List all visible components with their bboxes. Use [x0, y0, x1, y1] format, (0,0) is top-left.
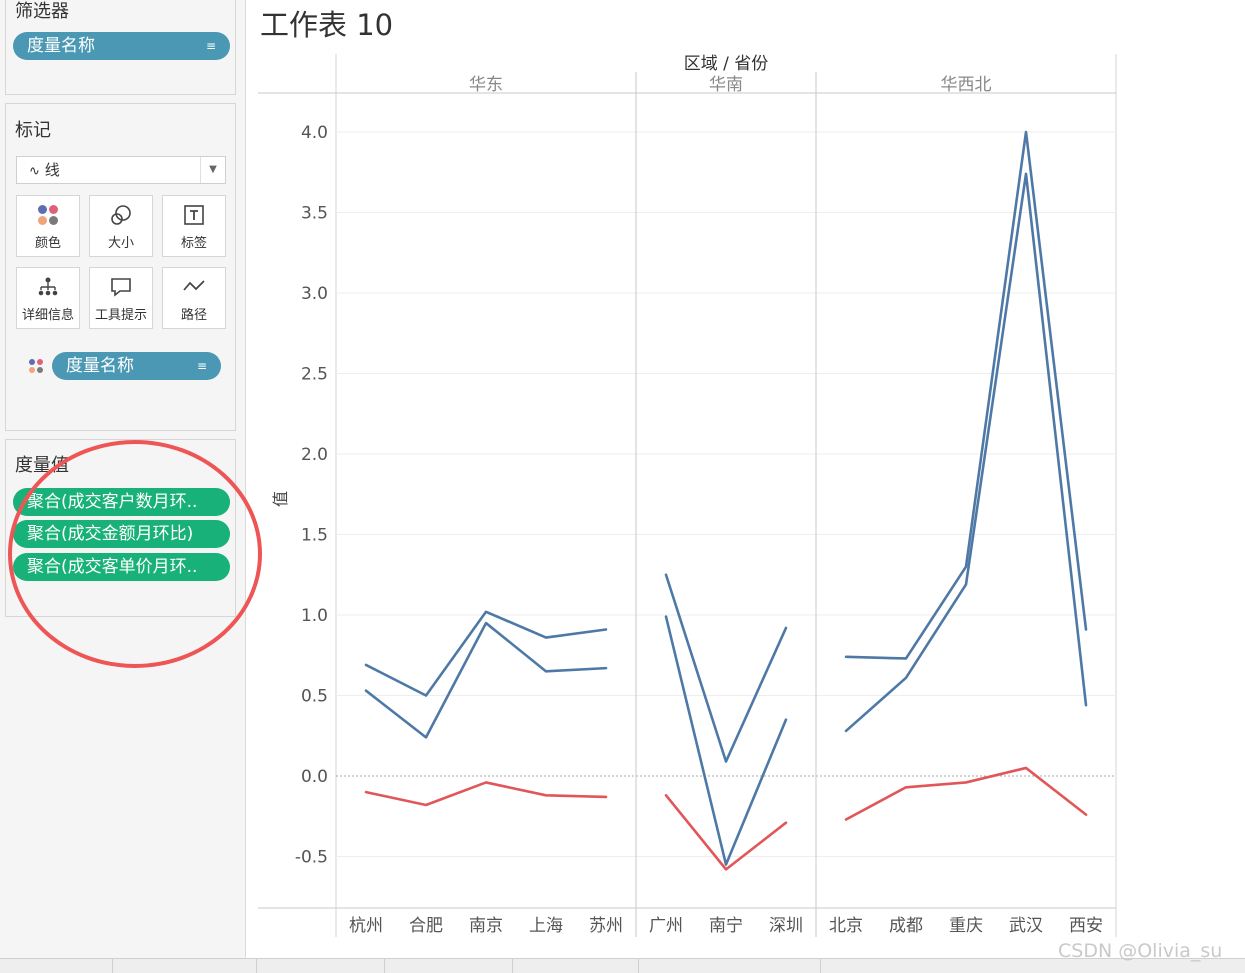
tooltip-bubble-icon	[111, 278, 131, 297]
region-header: 华西北	[941, 75, 992, 95]
x-tick-label: 深圳	[769, 916, 803, 936]
y-tick-label: 0.0	[301, 767, 328, 787]
color-pill-measure-names[interactable]: 度量名称 ≡	[52, 352, 221, 380]
y-tick-label: 3.0	[301, 284, 328, 304]
y-tick-label: 1.5	[301, 526, 328, 546]
tooltip-button-label: 工具提示	[94, 308, 147, 323]
x-tick-label: 南宁	[709, 916, 743, 936]
marks-card-title: 标记	[15, 120, 51, 141]
path-button[interactable]: 路径	[162, 267, 226, 329]
x-tick-label: 广州	[649, 916, 683, 936]
color-shelf-icon	[29, 359, 43, 373]
detail-button[interactable]: 详细信息	[16, 267, 80, 329]
size-icon	[111, 205, 131, 225]
sort-icon: ≡	[196, 359, 207, 373]
annotation-circle	[8, 440, 262, 668]
x-tick-label: 北京	[829, 916, 863, 936]
x-tick-label: 南京	[469, 916, 503, 936]
column-header-label: 区域 / 省份	[684, 54, 769, 74]
watermark: CSDN @Olivia_su	[1058, 940, 1223, 962]
x-tick-label: 重庆	[949, 916, 983, 936]
region-header: 华南	[709, 75, 743, 95]
filters-card-title: 筛选器	[15, 1, 69, 22]
y-tick-label: 2.0	[301, 445, 328, 465]
color-palette-icon	[38, 205, 58, 225]
filter-pill-measure-names[interactable]: 度量名称 ≡	[13, 32, 230, 60]
y-tick-label: 4.0	[301, 123, 328, 143]
y-tick-label: 2.5	[301, 365, 328, 385]
y-axis-label: 值	[271, 491, 290, 507]
series-line	[664, 794, 788, 871]
color-button-label: 颜色	[34, 236, 61, 251]
series-line	[364, 781, 608, 807]
y-tick-label: 1.0	[301, 606, 328, 626]
series-line	[844, 172, 1088, 733]
x-tick-label: 合肥	[409, 916, 443, 936]
color-button[interactable]: 颜色	[16, 195, 80, 257]
line-mark-icon: ∿	[29, 164, 40, 179]
series-line	[664, 615, 788, 866]
chevron-down-icon[interactable]: ▼	[200, 157, 225, 183]
series-line	[664, 573, 788, 763]
path-button-label: 路径	[180, 308, 207, 323]
y-tick-label: 0.5	[301, 687, 328, 707]
series-line	[364, 621, 608, 739]
x-tick-label: 苏州	[589, 916, 623, 936]
label-button[interactable]: 标签	[162, 195, 226, 257]
line-chart[interactable]: 区域 / 省份 4.0 3.5 3.0 2.5 2.0 1.5 1.0 0.5 0.0 -0.5 值 华…	[246, 40, 1126, 940]
region-header: 华东	[469, 75, 503, 95]
path-line-icon	[183, 280, 205, 291]
tooltip-button[interactable]: 工具提示	[89, 267, 153, 329]
detail-button-label: 详细信息	[21, 308, 74, 323]
worksheet-title: 工作表 10	[260, 8, 394, 42]
color-pill-label: 度量名称	[66, 356, 134, 376]
filters-card: 筛选器 度量名称 ≡	[5, 0, 236, 95]
x-tick-label: 武汉	[1009, 916, 1043, 936]
detail-hierarchy-icon	[38, 277, 58, 296]
y-tick-label: 3.5	[301, 204, 328, 224]
size-button[interactable]: 大小	[89, 195, 153, 257]
text-label-icon	[184, 205, 204, 225]
size-button-label: 大小	[107, 236, 134, 251]
y-tick-label: -0.5	[295, 848, 328, 868]
x-tick-label: 上海	[529, 916, 563, 936]
marks-card: 标记 ∿ 线 ▼ 颜色 大小 标签 详细信息 工具提示 路径 度量名称 ≡	[5, 103, 236, 431]
filter-pill-label: 度量名称	[27, 36, 95, 56]
sort-icon: ≡	[205, 39, 216, 53]
mark-type-dropdown[interactable]: ∿ 线 ▼	[16, 156, 226, 184]
x-tick-label: 成都	[889, 916, 923, 936]
x-tick-label: 杭州	[349, 916, 383, 936]
mark-type-label: 线	[44, 161, 60, 179]
label-button-label: 标签	[180, 236, 207, 251]
x-tick-label: 西安	[1069, 916, 1103, 936]
